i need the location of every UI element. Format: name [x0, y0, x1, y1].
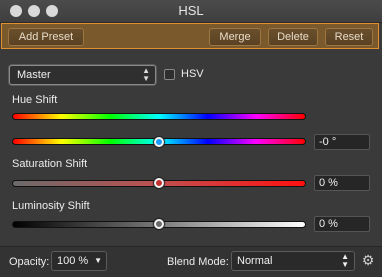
- blend-mode-label: Blend Mode:: [167, 256, 229, 268]
- opacity-select[interactable]: 100 % ▼: [51, 251, 107, 271]
- hsv-label: HSV: [181, 68, 204, 80]
- hue-spectrum-reference: [12, 113, 306, 120]
- merge-button[interactable]: Merge: [209, 28, 261, 46]
- select-arrows-icon: ▲ ▼: [142, 66, 150, 83]
- gear-icon[interactable]: ⚙: [361, 253, 375, 267]
- opacity-value: 100 %: [57, 255, 89, 267]
- hsv-checkbox[interactable]: [164, 69, 175, 80]
- saturation-shift-slider-thumb[interactable]: [154, 178, 164, 188]
- hue-shift-value-field[interactable]: -0 °: [314, 134, 370, 150]
- saturation-shift-value-field[interactable]: 0 %: [314, 175, 370, 191]
- window-title: HSL: [178, 3, 204, 18]
- opacity-label: Opacity:: [9, 256, 50, 268]
- luminosity-shift-slider-thumb[interactable]: [154, 219, 164, 229]
- add-preset-button[interactable]: Add Preset: [8, 28, 84, 46]
- select-arrows-icon: ▲ ▼: [341, 252, 349, 269]
- blend-mode-select[interactable]: Normal ▲ ▼: [231, 251, 355, 271]
- delete-button[interactable]: Delete: [268, 28, 318, 46]
- channel-select[interactable]: Master ▲ ▼: [9, 65, 156, 85]
- chevron-down-icon: ▼: [94, 256, 102, 265]
- saturation-shift-label: Saturation Shift: [12, 158, 88, 170]
- hue-shift-slider-thumb[interactable]: [154, 137, 164, 147]
- hue-shift-label: Hue Shift: [12, 94, 58, 106]
- channel-select-value: Master: [17, 69, 51, 81]
- luminosity-shift-label: Luminosity Shift: [12, 200, 90, 212]
- luminosity-shift-value-field[interactable]: 0 %: [314, 216, 370, 232]
- reset-button[interactable]: Reset: [325, 28, 373, 46]
- blend-mode-value: Normal: [237, 255, 273, 267]
- preset-toolbar: Add Preset Merge Delete Reset: [1, 23, 379, 49]
- title-bar: HSL: [0, 0, 382, 23]
